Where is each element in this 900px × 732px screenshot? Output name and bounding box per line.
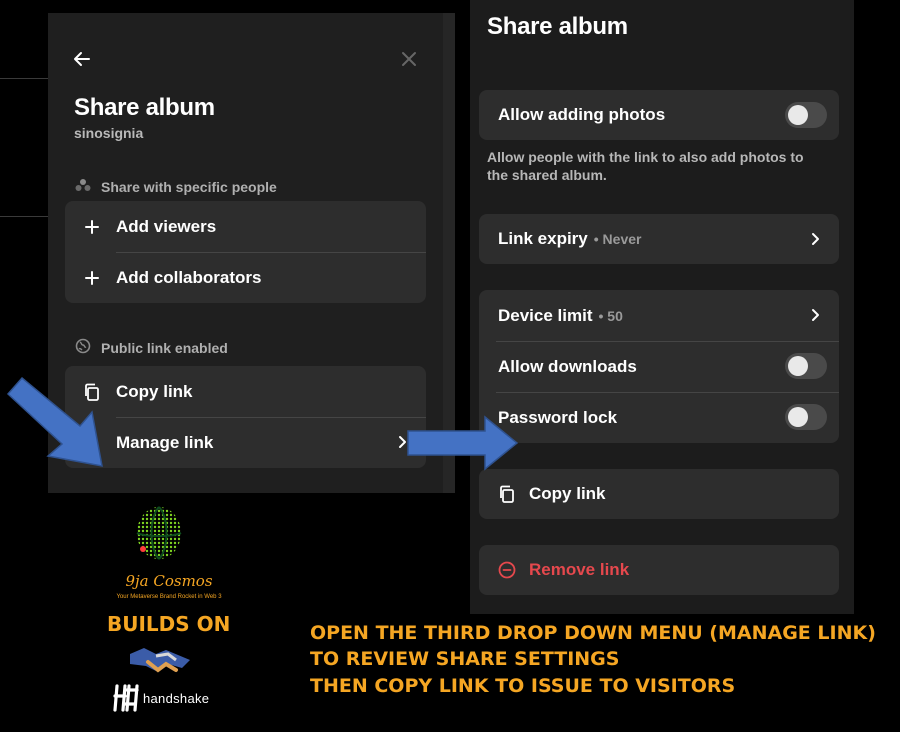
page-title: Share album	[487, 13, 628, 40]
add-viewers-label: Add viewers	[116, 216, 217, 236]
remove-circle-icon	[498, 561, 516, 579]
allow-adding-photos-label: Allow adding photos	[498, 105, 666, 124]
copy-link-card: Copy link	[479, 469, 839, 519]
link-expiry-button[interactable]: Link expiry • Never	[479, 214, 839, 264]
plus-icon	[84, 219, 100, 235]
partner-name: handshake	[143, 690, 210, 706]
public-link-label-text: Public link enabled	[101, 339, 228, 356]
specific-people-label-text: Share with specific people	[101, 178, 277, 195]
remove-link-card: Remove link	[479, 545, 839, 595]
add-viewers-button[interactable]: Add viewers	[65, 201, 426, 252]
share-album-panel-right: Share album Allow adding photos Allow pe…	[470, 0, 854, 614]
chevron-right-icon	[811, 308, 821, 327]
manage-link-label: Manage link	[116, 432, 214, 452]
toggle-knob	[788, 356, 808, 376]
toggle-knob	[788, 407, 808, 427]
instruction-line-2: TO REVIEW SHARE SETTINGS	[310, 648, 620, 670]
add-collaborators-label: Add collaborators	[116, 267, 262, 287]
manage-link-button[interactable]: Manage link	[65, 417, 426, 468]
chevron-right-icon	[811, 232, 821, 251]
background-line	[0, 78, 48, 79]
logo-tagline: Your Metaverse Brand Rocket in Web 3	[116, 594, 222, 600]
link-expiry-label: Link expiry	[498, 229, 588, 248]
builds-on-text: BUILDS ON	[107, 612, 231, 636]
handshake-icon	[130, 648, 190, 673]
specific-people-card: Add viewers Add collaborators	[65, 201, 426, 303]
page-title: Share album	[74, 94, 215, 121]
copy-link-button[interactable]: Copy link	[479, 469, 839, 519]
remove-link-label: Remove link	[529, 560, 630, 579]
right-arrow-overlay	[407, 415, 519, 471]
specific-people-section-label: Share with specific people	[75, 178, 277, 195]
copy-link-label: Copy link	[529, 484, 606, 503]
diagonal-arrow-overlay	[6, 376, 103, 467]
copy-link-label: Copy link	[116, 381, 193, 401]
add-collaborators-button[interactable]: Add collaborators	[65, 252, 426, 303]
plus-icon	[84, 270, 100, 286]
copy-icon	[498, 485, 516, 503]
allow-adding-photos-toggle[interactable]	[785, 102, 827, 128]
remove-link-button[interactable]: Remove link	[479, 545, 839, 595]
people-icon	[75, 178, 91, 195]
device-limit-button[interactable]: Device limit • 50	[479, 290, 839, 341]
globe-icon	[75, 338, 91, 357]
public-link-card: Copy link Manage link	[65, 366, 426, 468]
public-link-section-label: Public link enabled	[75, 338, 228, 357]
allow-adding-photos-description: Allow people with the link to also add p…	[487, 149, 804, 183]
instruction-line-1: OPEN THE THIRD DROP DOWN MENU (MANAGE LI…	[310, 622, 876, 644]
link-expiry-card: Link expiry • Never	[479, 214, 839, 264]
allow-adding-photos-card: Allow adding photos	[479, 90, 839, 140]
copy-link-button[interactable]: Copy link	[65, 366, 426, 417]
instruction-line-3: THEN COPY LINK TO ISSUE TO VISITORS	[310, 675, 736, 697]
allow-downloads-toggle[interactable]	[785, 353, 827, 379]
device-limit-label: Device limit	[498, 305, 593, 325]
device-limit-value: • 50	[598, 307, 623, 324]
logo-name: 9ja Cosmos	[125, 572, 213, 590]
handshake-logo-icon	[113, 684, 139, 712]
9ja-cosmos-globe-logo	[136, 506, 182, 560]
close-icon[interactable]	[396, 46, 422, 72]
handshake-logo: handshake	[113, 684, 209, 712]
toggle-knob	[788, 105, 808, 125]
link-expiry-value: • Never	[593, 231, 642, 247]
password-lock-toggle[interactable]	[785, 404, 827, 430]
album-owner: sinosignia	[74, 125, 144, 141]
allow-downloads-label: Allow downloads	[498, 356, 637, 376]
back-arrow-icon[interactable]	[69, 46, 95, 72]
background-line	[0, 216, 48, 217]
link-options-card: Device limit • 50 Allow downloads Passwo…	[479, 290, 839, 443]
